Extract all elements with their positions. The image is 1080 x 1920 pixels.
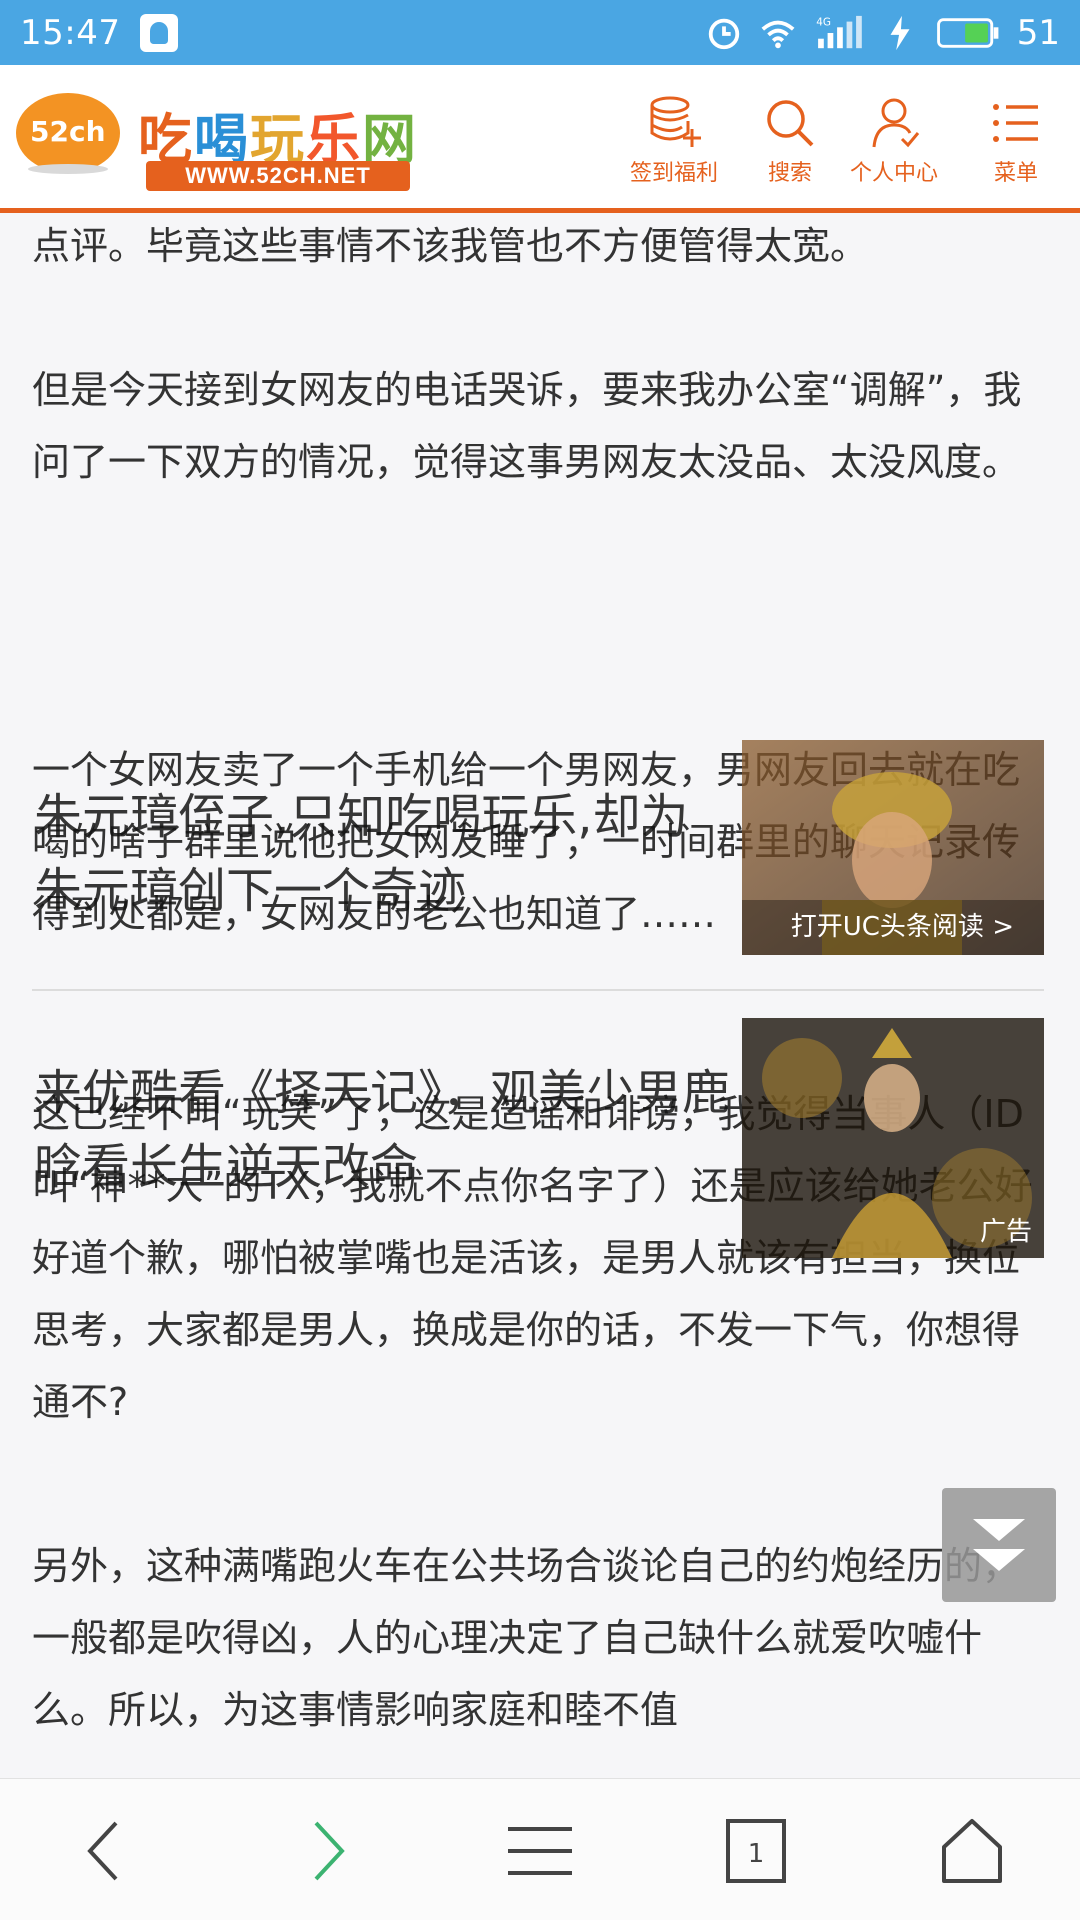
- tabs-button[interactable]: 1: [712, 1807, 800, 1895]
- article-body: 点评。毕竟这些事情不该我管也不方便管得太宽。 但是今天接到女网友的电话哭诉，要来…: [0, 218, 1080, 1778]
- svg-text:4G: 4G: [816, 16, 831, 28]
- ad-thumbnail[interactable]: 打开UC头条阅读 >: [742, 740, 1044, 955]
- site-logo[interactable]: 52ch: [12, 85, 124, 177]
- hamburger-icon: [508, 1827, 572, 1875]
- browser-bottom-nav: 1: [0, 1778, 1080, 1920]
- back-button[interactable]: [62, 1807, 150, 1895]
- nav-label: 菜单: [993, 161, 1038, 186]
- chevron-left-icon: [87, 1821, 118, 1881]
- status-icons: 4G 51: [705, 13, 1060, 53]
- menu-button[interactable]: [496, 1807, 584, 1895]
- ad-thumbnail[interactable]: 广告: [742, 1018, 1044, 1258]
- signal-4g-icon: 4G: [816, 15, 862, 48]
- menu-icon: [993, 104, 1038, 142]
- home-button[interactable]: [928, 1807, 1016, 1895]
- search-icon: [767, 100, 814, 147]
- nav-search-button[interactable]: 搜索: [740, 95, 840, 195]
- ad-card[interactable]: 来优酷看《择天记》，观美少男鹿晗看长生逆天改命 广告: [0, 1018, 1080, 1263]
- scroll-down-button[interactable]: [942, 1488, 1056, 1602]
- battery-icon: [936, 17, 999, 48]
- chevron-right-icon: [314, 1821, 345, 1881]
- nav-checkin-button[interactable]: 签到福利: [624, 95, 724, 195]
- notification-icon: [140, 13, 179, 52]
- site-header: 52ch 吃喝玩乐网 WWW.52CH.NET 签到福利 搜索 个人中心 菜单: [0, 65, 1080, 213]
- nav-profile-button[interactable]: 个人中心: [844, 95, 944, 195]
- forward-button[interactable]: [282, 1807, 370, 1895]
- divider: [32, 989, 1044, 991]
- home-icon: [942, 1819, 1002, 1883]
- battery-level: 51: [1016, 12, 1060, 53]
- tab-count: 1: [748, 1839, 765, 1869]
- wifi-icon: [761, 20, 795, 48]
- logo-url: WWW.52CH.NET: [146, 161, 410, 191]
- ad-label: 广告: [979, 1217, 1032, 1247]
- database-plus-icon: [650, 96, 701, 147]
- logo-badge-text: 52ch: [30, 115, 106, 148]
- alarm-icon: [708, 18, 739, 49]
- double-chevron-down-icon: [973, 1519, 1025, 1571]
- status-bar: 15:47 4G 51: [0, 0, 1080, 65]
- status-time: 15:47: [20, 12, 121, 53]
- charging-icon: [890, 15, 910, 50]
- ad-card[interactable]: 朱元璋侄子,只知吃喝玩乐,却为朱元璋创下一个奇迹 打开UC头条阅读 >: [0, 740, 1080, 970]
- nav-label: 签到福利: [629, 161, 718, 186]
- ad-title[interactable]: 来优酷看《择天记》，观美少男鹿晗看长生逆天改命: [34, 1056, 734, 1204]
- article-paragraph: 另外，这种满嘴跑火车在公共场合谈论自己的约炮经历的，一般都是吹得凶，人的心理决定…: [32, 1544, 1021, 1732]
- ad-title[interactable]: 朱元璋侄子,只知吃喝玩乐,却为朱元璋创下一个奇迹: [34, 780, 734, 928]
- nav-label: 搜索: [767, 161, 812, 186]
- ad-open-link[interactable]: 打开UC头条阅读 >: [791, 906, 1014, 943]
- nav-menu-button[interactable]: 菜单: [966, 95, 1066, 195]
- tabs-icon: 1: [726, 1819, 786, 1883]
- nav-label: 个人中心: [849, 161, 938, 186]
- article-paragraph: 点评。毕竟这些事情不该我管也不方便管得太宽。: [32, 224, 869, 268]
- user-icon: [872, 98, 920, 148]
- article-paragraph: 但是今天接到女网友的电话哭诉，要来我办公室“调解”，我问了一下双方的情况，觉得这…: [32, 368, 1022, 484]
